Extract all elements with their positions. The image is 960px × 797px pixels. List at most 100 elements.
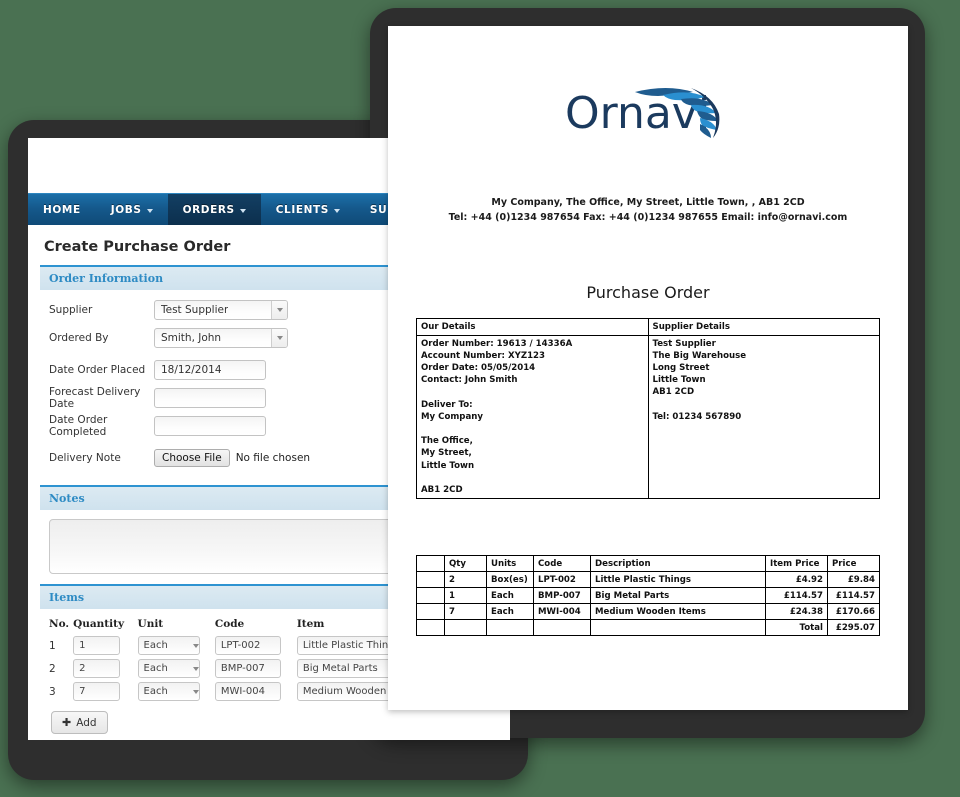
item-code-input[interactable]: LPT-002 — [214, 636, 281, 655]
line-col-description: Description — [590, 555, 766, 573]
choose-file-button[interactable]: Choose File — [154, 449, 230, 467]
delivery-note-file-picker[interactable]: Choose File No file chosen — [154, 449, 310, 467]
line-col-price: Price — [827, 555, 880, 573]
chevron-down-icon — [192, 643, 199, 648]
plus-icon: ✚ — [62, 716, 72, 729]
item-unit-select[interactable]: Each — [137, 659, 200, 678]
nav-item-jobs[interactable]: JOBS — [96, 194, 168, 225]
table-row: 2 Box(es) LPT-002 Little Plastic Things … — [416, 571, 880, 589]
total-spacer-2 — [444, 619, 487, 637]
date-order-placed-label: Date Order Placed — [49, 364, 146, 376]
item-description-value: Little Plastic Thing — [302, 639, 395, 651]
details-body-row: Order Number: 19613 / 14336A Account Num… — [416, 334, 880, 500]
total-spacer-1 — [416, 619, 445, 637]
total-value: £295.07 — [827, 619, 880, 637]
item-code-input[interactable]: MWI-004 — [214, 682, 281, 701]
line-qty: 7 — [444, 603, 487, 621]
date-order-completed-input[interactable] — [154, 416, 266, 436]
item-code-value: MWI-004 — [220, 685, 266, 697]
forecast-delivery-date-input[interactable] — [154, 388, 266, 408]
line-item-price: £24.38 — [765, 603, 828, 621]
total-label: Total — [765, 619, 828, 637]
nav-item-orders[interactable]: ORDERS — [167, 194, 261, 225]
chevron-down-icon — [146, 208, 153, 213]
item-quantity-input[interactable]: 2 — [73, 659, 121, 678]
nav-item-home[interactable]: HOME — [28, 194, 96, 225]
details-table: Our Details Supplier Details Order Numbe… — [416, 318, 880, 500]
line-price: £114.57 — [827, 587, 880, 605]
company-contact: Tel: +44 (0)1234 987654 Fax: +44 (0)1234… — [448, 211, 848, 223]
line-price: £9.84 — [827, 571, 880, 589]
supplier-details-body: Test Supplier The Big Warehouse Long Str… — [652, 338, 747, 422]
item-quantity-value: 2 — [79, 662, 86, 674]
purchase-order-document: Ornavi My Company, The Office, My Street… — [388, 26, 908, 710]
supplier-select-value: Test Supplier — [161, 303, 229, 316]
company-address: My Company, The Office, My Street, Littl… — [491, 197, 805, 208]
item-quantity-input[interactable]: 7 — [73, 682, 121, 701]
line-items-header-row: Qty Units Code Description Item Price Pr… — [416, 555, 880, 573]
supplier-label: Supplier — [49, 304, 93, 316]
date-order-placed-input[interactable]: 18/12/2014 — [154, 360, 266, 380]
forecast-delivery-date-label: Forecast Delivery Date — [49, 386, 141, 410]
line-col-item-price: Item Price — [765, 555, 828, 573]
ornavi-logo: Ornavi — [416, 78, 880, 140]
line-code: LPT-002 — [533, 571, 591, 589]
line-items-table: Qty Units Code Description Item Price Pr… — [416, 555, 880, 637]
line-item-price: £114.57 — [765, 587, 828, 605]
line-description: Big Metal Parts — [590, 587, 766, 605]
items-col-no: No. — [49, 618, 70, 630]
chevron-down-icon — [192, 689, 199, 694]
item-unit-value: Each — [143, 685, 168, 697]
item-row-number: 2 — [49, 662, 56, 675]
date-order-completed-label: Date Order Completed — [49, 414, 108, 438]
line-col-units: Units — [486, 555, 534, 573]
line-units: Box(es) — [486, 571, 534, 589]
chevron-down-icon — [271, 301, 287, 319]
chevron-down-icon — [271, 329, 287, 347]
item-quantity-input[interactable]: 1 — [73, 636, 121, 655]
item-code-value: LPT-002 — [220, 639, 261, 651]
add-item-label: Add — [76, 716, 97, 729]
nav-item-label: HOME — [43, 203, 81, 216]
total-spacer-3 — [486, 619, 534, 637]
line-spacer — [416, 603, 445, 621]
no-file-chosen-text: No file chosen — [235, 452, 311, 464]
add-item-button[interactable]: ✚ Add — [51, 711, 108, 734]
total-spacer-5 — [590, 619, 766, 637]
delivery-note-label: Delivery Note — [49, 452, 121, 464]
line-units: Each — [486, 587, 534, 605]
our-details-body: Order Number: 19613 / 14336A Account Num… — [421, 338, 573, 496]
line-col-code: Code — [533, 555, 591, 573]
line-units: Each — [486, 603, 534, 621]
item-unit-select[interactable]: Each — [137, 636, 200, 655]
ordered-by-label: Ordered By — [49, 332, 109, 344]
line-col-spacer — [416, 555, 445, 573]
ordered-by-select-value: Smith, John — [161, 331, 222, 344]
item-unit-select[interactable]: Each — [137, 682, 200, 701]
ordered-by-select[interactable]: Smith, John — [154, 328, 288, 348]
nav-item-label: JOBS — [110, 203, 142, 216]
line-spacer — [416, 571, 445, 589]
item-unit-value: Each — [143, 639, 168, 651]
item-row-number: 1 — [49, 639, 56, 652]
chevron-down-icon — [192, 666, 199, 671]
our-details-header: Our Details — [416, 318, 649, 336]
item-description-value: Big Metal Parts — [302, 662, 378, 674]
date-order-placed-value: 18/12/2014 — [161, 363, 222, 376]
nav-item-label: ORDERS — [182, 203, 235, 216]
line-code: BMP-007 — [533, 587, 591, 605]
table-row: 7 Each MWI-004 Medium Wooden Items £24.3… — [416, 603, 880, 621]
item-unit-value: Each — [143, 662, 168, 674]
chevron-down-icon — [239, 208, 246, 213]
nav-item-label: CLIENTS — [275, 203, 329, 216]
nav-item-clients[interactable]: CLIENTS — [261, 194, 355, 225]
ornavi-logo-svg: Ornavi — [565, 88, 720, 139]
line-col-qty: Qty — [444, 555, 487, 573]
company-address-block: My Company, The Office, My Street, Littl… — [416, 196, 880, 225]
table-row: 1 Each BMP-007 Big Metal Parts £114.57 £… — [416, 587, 880, 605]
line-qty: 1 — [444, 587, 487, 605]
supplier-select[interactable]: Test Supplier — [154, 300, 288, 320]
line-code: MWI-004 — [533, 603, 591, 621]
item-code-input[interactable]: BMP-007 — [214, 659, 281, 678]
line-spacer — [416, 587, 445, 605]
